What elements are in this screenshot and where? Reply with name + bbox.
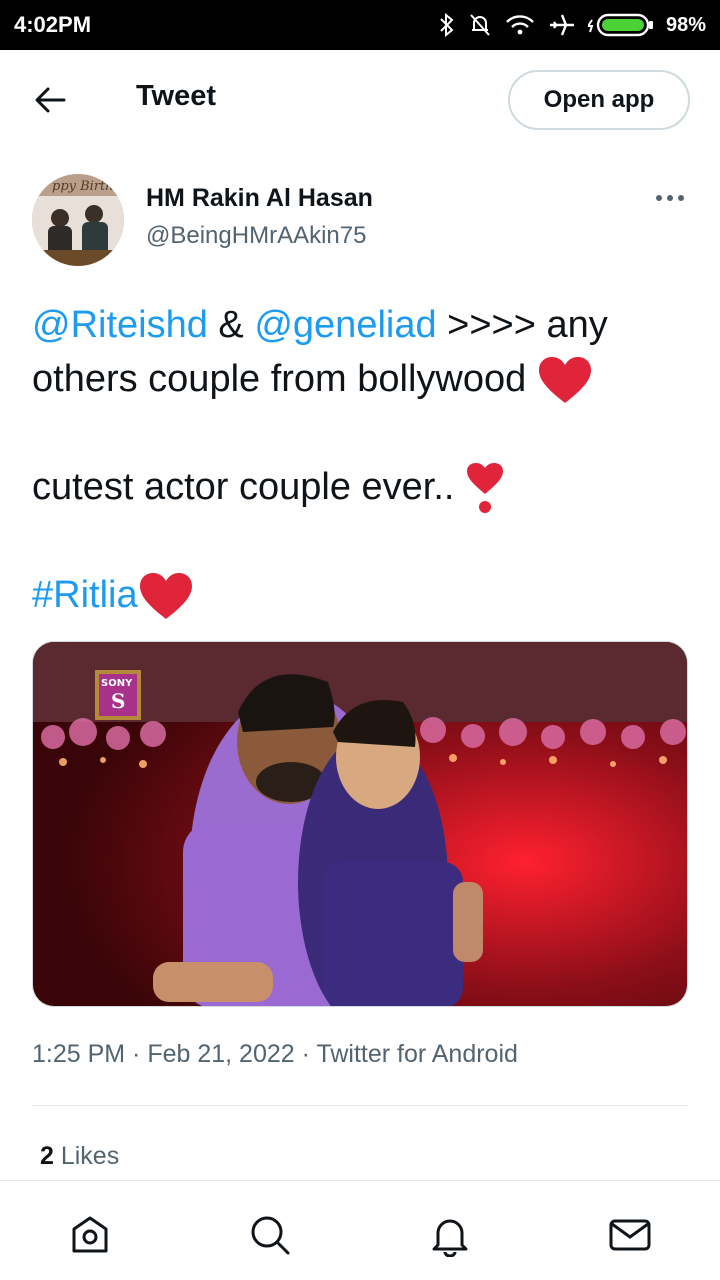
battery-percent: 98%	[665, 13, 706, 36]
tweet-line-1: @Riteishd & @geneliad >>>> any	[32, 298, 692, 352]
red-heart-icon-2	[139, 572, 192, 619]
nav-notifications[interactable]	[426, 1211, 474, 1259]
svg-text:SONY: SONY	[101, 678, 133, 689]
heart-exclamation-icon	[467, 462, 504, 513]
tweet-source[interactable]: Twitter for Android	[316, 1040, 517, 1068]
hashtag-ritlia[interactable]: #Ritlia	[32, 574, 138, 616]
meta-separator-2: ·	[294, 1040, 317, 1068]
home-icon	[72, 1216, 108, 1253]
status-bar: 4:02PM 98%	[0, 0, 720, 50]
red-heart-icon	[538, 356, 591, 403]
meta-separator-1: ·	[125, 1040, 148, 1068]
nav-search[interactable]	[246, 1211, 294, 1259]
tweet-date: Feb 21, 2022	[147, 1040, 295, 1068]
header: Tweet Open app	[0, 50, 720, 150]
search-icon	[251, 1216, 290, 1255]
open-app-button[interactable]: Open app	[508, 70, 690, 130]
messages-icon	[609, 1219, 651, 1251]
svg-text:ppy Birth: ppy Birth	[52, 179, 114, 194]
tweet-line-2-text: others couple from bollywood	[32, 358, 537, 400]
tweet-meta: 1:25 PM · Feb 21, 2022 · Twitter for And…	[32, 1040, 518, 1069]
ampersand-text: &	[207, 304, 255, 346]
wifi-icon	[506, 15, 534, 35]
status-time: 4:02PM	[14, 12, 92, 37]
author-handle[interactable]: @BeingHMrAAkin75	[146, 222, 366, 250]
tweet-line-blank-1	[32, 406, 692, 460]
page-title: Tweet	[136, 80, 217, 112]
likes-label: Likes	[53, 1142, 120, 1170]
mention-riteishd[interactable]: @Riteishd	[32, 304, 208, 346]
bluetooth-icon	[440, 12, 454, 38]
tweet-line-4: cutest actor couple ever..	[32, 460, 692, 514]
tweet-line-4-text: cutest actor couple ever..	[32, 466, 466, 508]
divider	[32, 1105, 688, 1106]
more-button[interactable]	[650, 186, 690, 210]
notifications-icon	[432, 1219, 468, 1257]
nav-messages[interactable]	[606, 1211, 654, 1259]
more-icon	[656, 195, 684, 201]
back-arrow-icon	[35, 87, 66, 113]
status-icons: 98%	[438, 12, 706, 38]
bell-off-icon	[470, 14, 490, 36]
tweet-text: @Riteishd & @geneliad >>>> any others co…	[32, 298, 692, 622]
battery-icon	[587, 13, 653, 37]
svg-text:S: S	[111, 689, 125, 713]
author-name[interactable]: HM Rakin Al Hasan	[146, 184, 373, 213]
likes-number: 2	[40, 1142, 54, 1170]
back-button[interactable]	[28, 78, 72, 122]
tweet-line-6: #Ritlia	[32, 568, 692, 622]
tweet-media-image[interactable]: SONY S	[32, 641, 688, 1007]
nav-home[interactable]	[66, 1211, 114, 1259]
avatar[interactable]: ppy Birth	[32, 174, 124, 266]
airplane-icon	[549, 14, 574, 36]
tweet-line-2: others couple from bollywood	[32, 352, 692, 406]
likes-count[interactable]: 2 Likes	[40, 1142, 119, 1171]
mention-geneliad[interactable]: @geneliad	[254, 304, 436, 346]
tweet-time: 1:25 PM	[32, 1040, 126, 1068]
tweet-line-blank-2	[32, 514, 692, 568]
bottom-nav	[0, 1180, 720, 1280]
tweet-line-1-rest: >>>> any	[436, 304, 608, 346]
